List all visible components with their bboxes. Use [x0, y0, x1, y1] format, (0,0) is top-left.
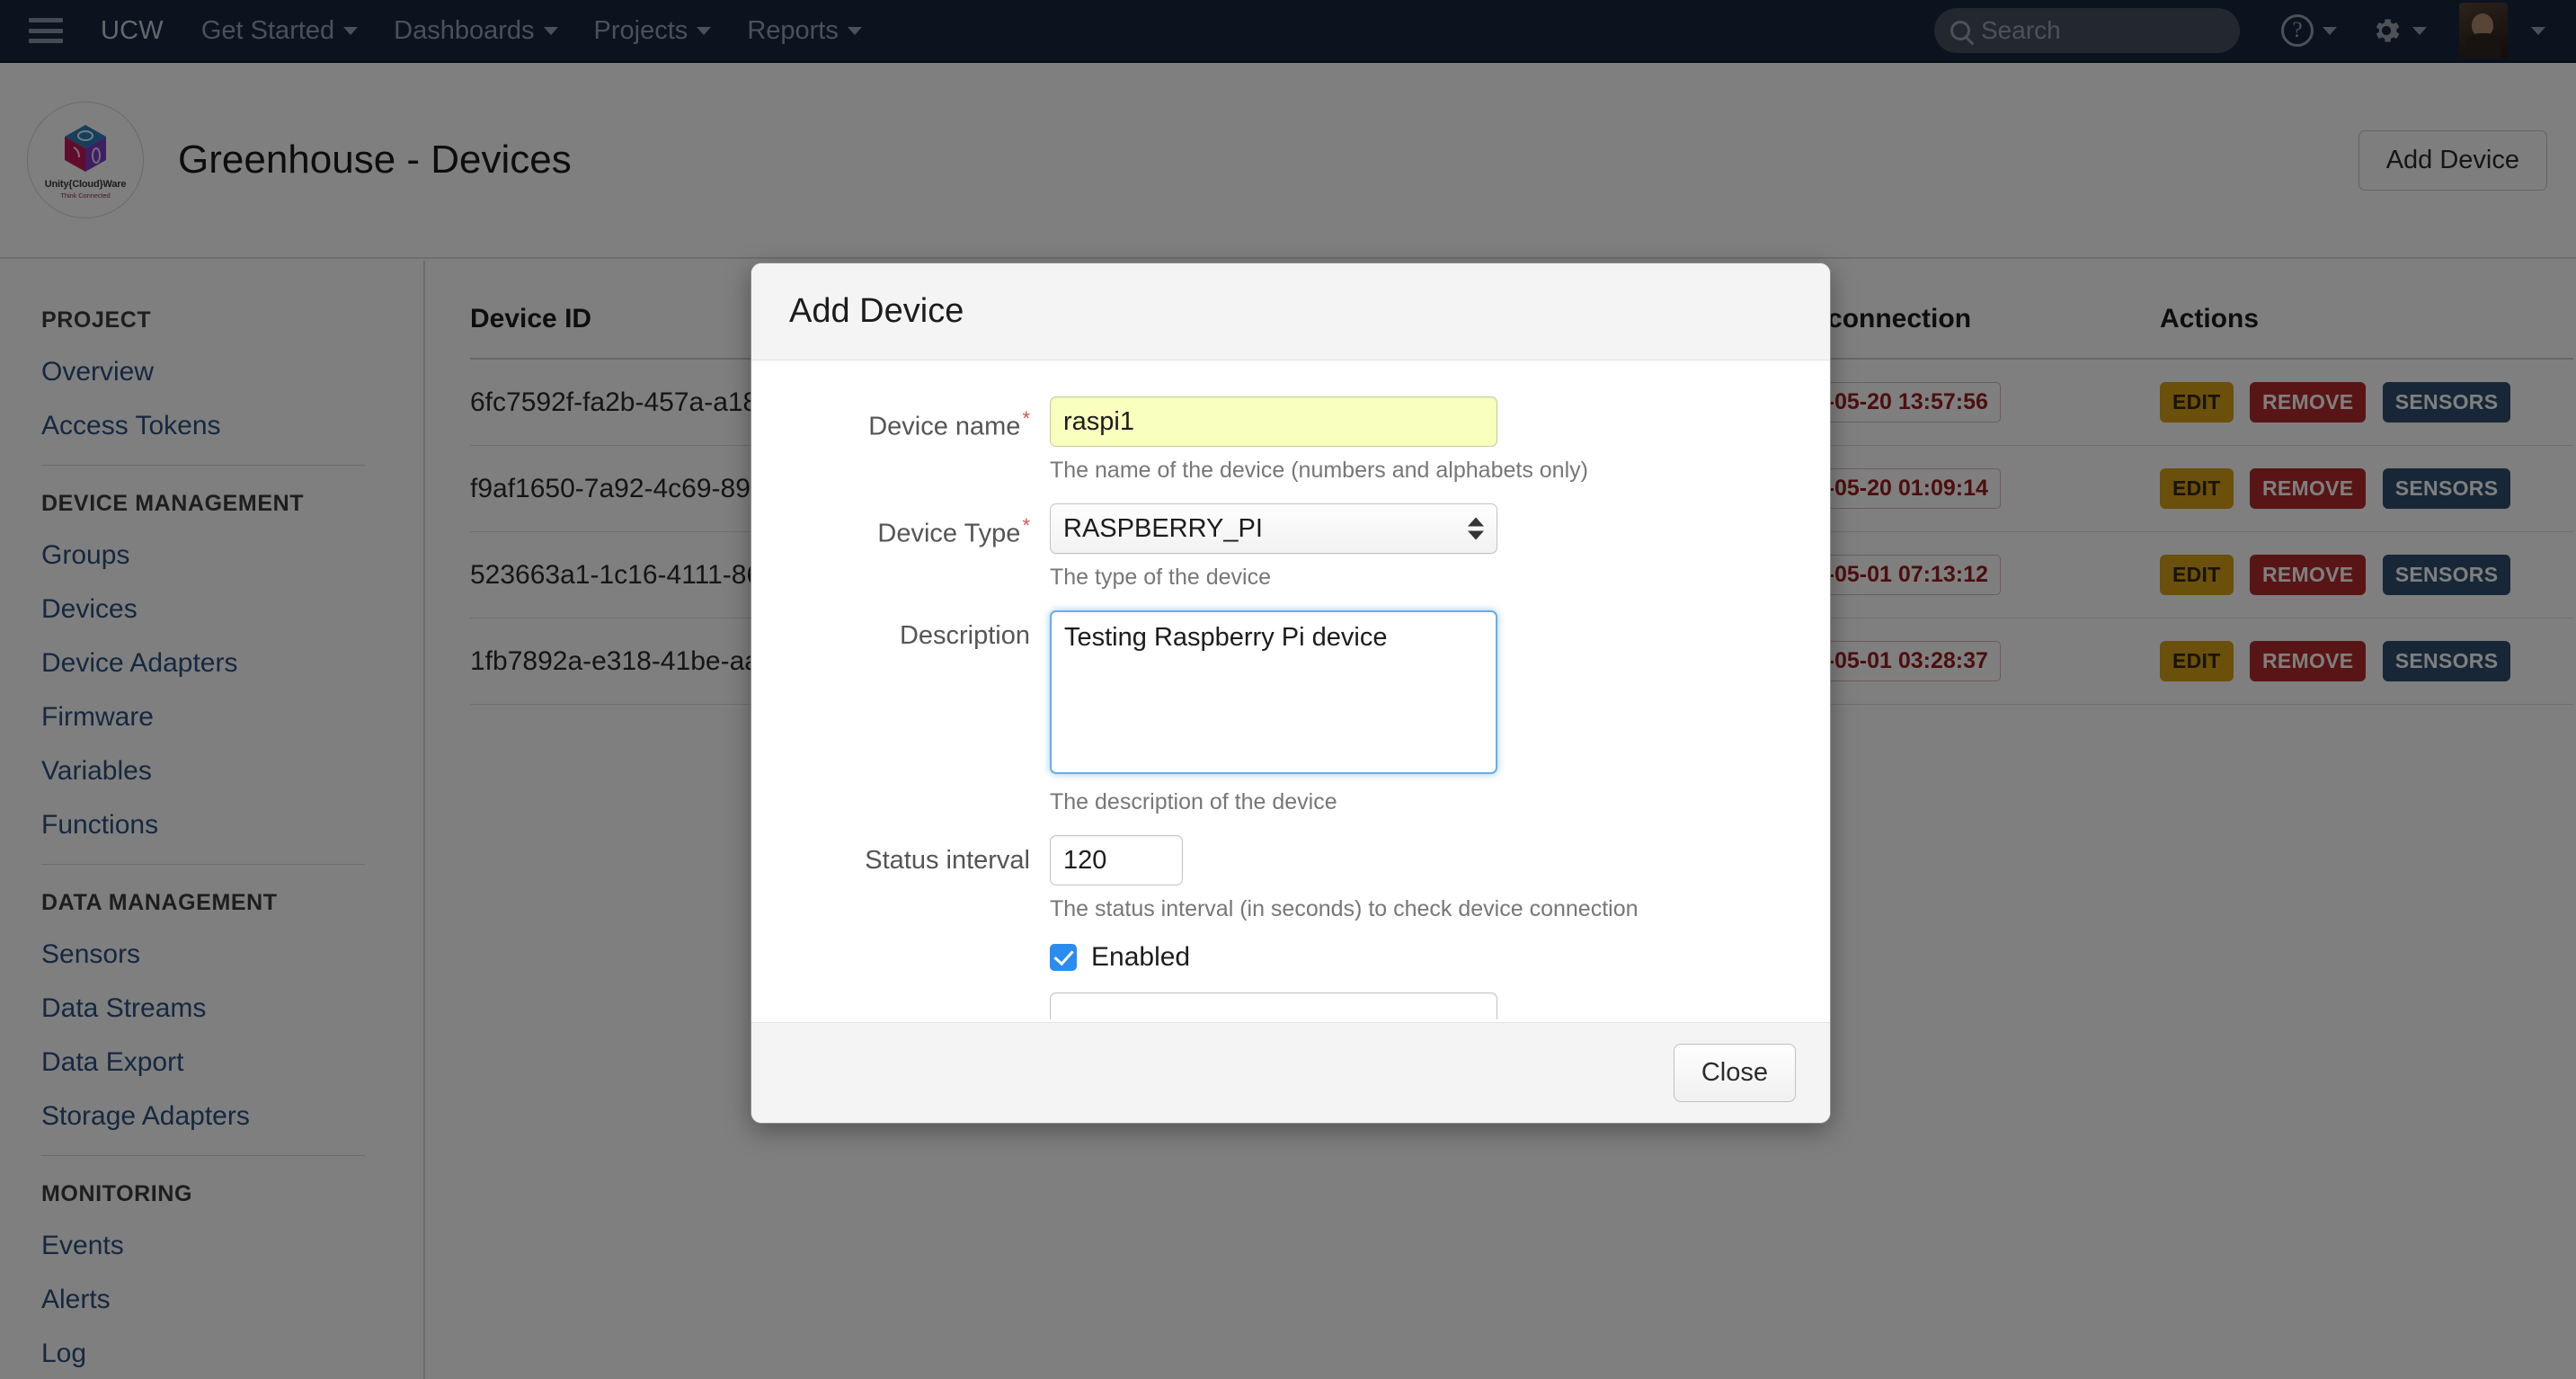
status-interval-input[interactable] [1050, 835, 1183, 885]
field-row-device-type: Device Type* RASPBERRY_PI The type of th… [751, 503, 1830, 591]
label-text: Description [899, 621, 1030, 650]
label-text: Device Type [877, 519, 1021, 548]
label-status-interval: Status interval [751, 835, 1050, 876]
field-device-type: RASPBERRY_PI The type of the device [1050, 503, 1830, 591]
field-row-device-name: Device name* The name of the device (num… [751, 396, 1830, 484]
enabled-label: Enabled [1091, 942, 1191, 972]
enabled-checkbox[interactable] [1050, 944, 1077, 971]
help-device-type: The type of the device [1050, 565, 1271, 590]
modal-title: Add Device [789, 292, 964, 330]
label-description: Description [751, 610, 1050, 651]
field-description: Testing Raspberry Pi device The descript… [1050, 610, 1830, 815]
field-row-description: Description Testing Raspberry Pi device … [751, 610, 1830, 815]
required-asterisk: * [1022, 514, 1030, 537]
modal-footer: Close [751, 1022, 1830, 1123]
label-device-name: Device name* [751, 396, 1050, 442]
label-device-type: Device Type* [751, 503, 1050, 549]
field-enabled[interactable]: Enabled [1050, 942, 1830, 973]
device-type-value: RASPBERRY_PI [1063, 513, 1263, 543]
device-name-input[interactable] [1050, 396, 1497, 447]
help-status-interval: The status interval (in seconds) to chec… [1050, 896, 1639, 921]
field-row-status-interval: Status interval The status interval (in … [751, 835, 1830, 1019]
required-asterisk: * [1022, 407, 1030, 430]
add-device-modal: Add Device Device name* The name of the … [751, 262, 1831, 1124]
close-button[interactable]: Close [1673, 1044, 1796, 1102]
field-status-interval: The status interval (in seconds) to chec… [1050, 835, 1830, 1019]
help-device-name: The name of the device (numbers and alph… [1050, 458, 1588, 483]
help-description: The description of the device [1050, 789, 1337, 814]
description-textarea[interactable]: Testing Raspberry Pi device [1050, 610, 1497, 774]
modal-header: Add Device [751, 263, 1830, 360]
label-text: Status interval [865, 846, 1030, 875]
device-type-select[interactable]: RASPBERRY_PI [1050, 503, 1497, 554]
modal-body: Device name* The name of the device (num… [751, 360, 1830, 1022]
label-text: Device name [868, 412, 1021, 441]
clipped-next-field-input[interactable] [1050, 992, 1497, 1019]
select-stepper-icon [1468, 517, 1484, 540]
field-device-name: The name of the device (numbers and alph… [1050, 396, 1830, 484]
